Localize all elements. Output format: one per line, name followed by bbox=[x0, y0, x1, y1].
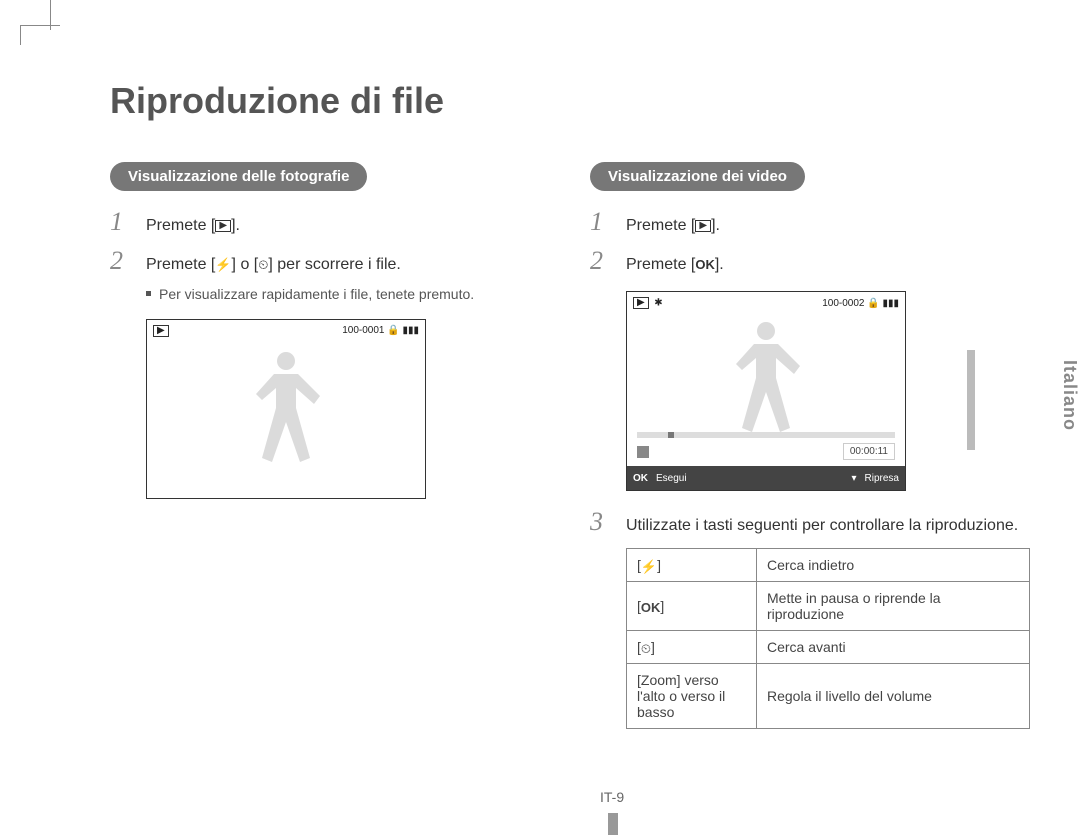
left-substep: Per visualizzare rapidamente i file, ten… bbox=[146, 285, 550, 305]
silhouette-figure bbox=[246, 344, 326, 474]
play-mode-icon: ▶ bbox=[153, 325, 169, 337]
step-text: Premete [OK]. bbox=[626, 253, 724, 277]
right-step-1: 1 Premete [▶]. bbox=[590, 207, 1030, 238]
progress-bar bbox=[637, 432, 895, 438]
play-mode-icon: ▶ bbox=[633, 297, 649, 309]
bullet-icon bbox=[146, 291, 151, 296]
play-icon: ▶ bbox=[695, 220, 711, 232]
text: Premete [ bbox=[146, 256, 215, 273]
lcd-video-preview: ▶ ✱ 100-0002 🔒 ▮▮▮ 00:00:11 OK bbox=[626, 291, 906, 491]
right-step-2: 2 Premete [OK]. bbox=[590, 246, 1030, 277]
down-icon: ▾ bbox=[852, 473, 857, 484]
battery-icon: ▮▮▮ bbox=[882, 298, 899, 309]
language-tab: Italiano bbox=[1059, 360, 1080, 431]
step-number: 3 bbox=[590, 507, 614, 537]
page-number: IT-9 bbox=[600, 789, 624, 805]
lcd-counter: 100-0001 bbox=[342, 325, 384, 336]
page-content: Riproduzione di file Visualizzazione del… bbox=[110, 0, 1030, 835]
table-row: [Zoom] verso l'alto o verso il basso Reg… bbox=[627, 664, 1030, 729]
text: ] per scorrere i file. bbox=[268, 256, 400, 273]
lcd-top-row: ▶ ✱ 100-0002 🔒 ▮▮▮ bbox=[633, 296, 899, 310]
left-heading-pill: Visualizzazione delle fotografie bbox=[110, 162, 367, 191]
key-cell: [OK] bbox=[627, 582, 757, 631]
step-number: 2 bbox=[590, 246, 614, 276]
crop-corner-mark bbox=[20, 25, 60, 45]
left-step-2: 2 Premete [⚡] o [⏲] per scorrere i file. bbox=[110, 246, 550, 277]
battery-icon: ▮▮▮ bbox=[402, 325, 419, 336]
step-text: Utilizzate i tasti seguenti per controll… bbox=[626, 514, 1018, 538]
desc-cell: Regola il livello del volume bbox=[757, 664, 1030, 729]
flash-icon: ⚡ bbox=[641, 560, 657, 573]
lcd-top-row: ▶ 100-0001 🔒 ▮▮▮ bbox=[153, 324, 419, 338]
flash-icon: ⚡ bbox=[215, 258, 231, 271]
lcd-right-label: Ripresa bbox=[865, 473, 899, 484]
text: ]. bbox=[711, 217, 720, 234]
timer-icon: ⏲ bbox=[641, 642, 651, 655]
timer-icon: ⏲ bbox=[258, 258, 268, 271]
step-text: Premete [⚡] o [⏲] per scorrere i file. bbox=[146, 253, 401, 277]
protect-icon: 🔒 bbox=[867, 298, 879, 309]
play-icon: ▶ bbox=[215, 220, 231, 232]
stop-icon bbox=[637, 446, 649, 458]
text: ]. bbox=[231, 217, 240, 234]
desc-cell: Cerca indietro bbox=[757, 549, 1030, 582]
silhouette-figure bbox=[726, 314, 806, 444]
ok-icon: OK bbox=[695, 258, 715, 271]
lcd-photo-preview: ▶ 100-0001 🔒 ▮▮▮ bbox=[146, 319, 426, 499]
table-row: [OK] Mette in pausa o riprende la riprod… bbox=[627, 582, 1030, 631]
text: Premete [ bbox=[626, 256, 695, 273]
table-row: [⏲] Cerca avanti bbox=[627, 631, 1030, 664]
text: Premete [ bbox=[626, 217, 695, 234]
right-step-3: 3 Utilizzate i tasti seguenti per contro… bbox=[590, 507, 1030, 538]
step-number: 1 bbox=[110, 207, 134, 237]
right-column: Visualizzazione dei video 1 Premete [▶].… bbox=[590, 162, 1030, 729]
text: Premete [ bbox=[146, 217, 215, 234]
ok-icon: OK bbox=[633, 473, 648, 484]
key-cell: [Zoom] verso l'alto o verso il basso bbox=[627, 664, 757, 729]
language-tab-bar bbox=[967, 350, 975, 450]
substep-text: Per visualizzare rapidamente i file, ten… bbox=[159, 285, 474, 305]
right-heading-pill: Visualizzazione dei video bbox=[590, 162, 805, 191]
ok-icon: OK bbox=[641, 601, 661, 614]
key-cell: [⏲] bbox=[627, 631, 757, 664]
table-row: [⚡] Cerca indietro bbox=[627, 549, 1030, 582]
desc-cell: Cerca avanti bbox=[757, 631, 1030, 664]
lcd-counter: 100-0002 bbox=[822, 298, 864, 309]
lcd-bottom-bar: OK Esegui ▾ Ripresa bbox=[627, 466, 905, 490]
left-step-1: 1 Premete [▶]. bbox=[110, 207, 550, 238]
page-title: Riproduzione di file bbox=[110, 80, 1030, 122]
step-text: Premete [▶]. bbox=[626, 214, 720, 238]
key-cell: [⚡] bbox=[627, 549, 757, 582]
protect-icon: 🔒 bbox=[387, 325, 399, 336]
video-timer: 00:00:11 bbox=[843, 443, 895, 460]
controls-table: [⚡] Cerca indietro [OK] Mette in pausa o… bbox=[626, 548, 1030, 729]
text: ] o [ bbox=[232, 256, 259, 273]
lcd-left-label: Esegui bbox=[656, 473, 687, 484]
text: ]. bbox=[715, 256, 724, 273]
crop-side-mark bbox=[50, 0, 51, 30]
left-column: Visualizzazione delle fotografie 1 Preme… bbox=[110, 162, 550, 729]
step-text: Premete [▶]. bbox=[146, 214, 240, 238]
film-icon: ✱ bbox=[654, 298, 662, 309]
desc-cell: Mette in pausa o riprende la riproduzion… bbox=[757, 582, 1030, 631]
step-number: 2 bbox=[110, 246, 134, 276]
step-number: 1 bbox=[590, 207, 614, 237]
page-number-bar bbox=[608, 813, 618, 835]
